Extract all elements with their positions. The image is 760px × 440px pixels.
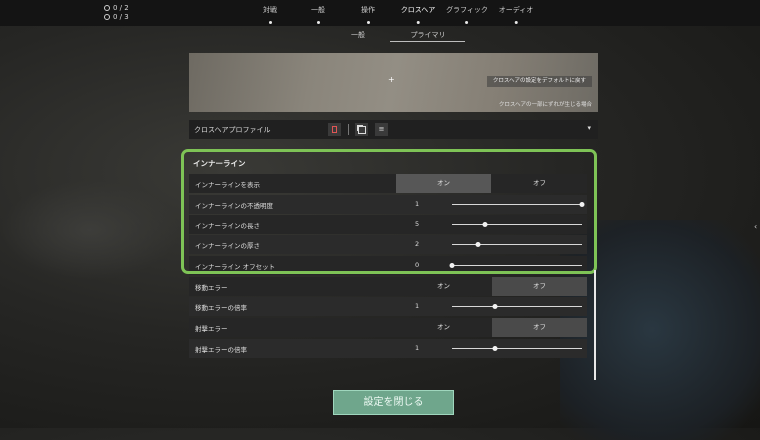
slider-value: 1 <box>415 302 420 310</box>
subtab-active-underline <box>390 41 465 42</box>
divider <box>348 124 349 135</box>
copy-icon <box>357 126 366 134</box>
copy-profile-button[interactable] <box>355 123 368 136</box>
crosshair-profile-row: クロスヘアプロファイル ≡ ▾ <box>189 120 598 139</box>
tab-match[interactable]: 対戦 <box>263 5 277 24</box>
setting-row-firing-error: 射撃エラー オン オフ <box>189 318 587 337</box>
setting-label: 移動エラーの倍率 <box>195 304 247 312</box>
settings-tabs: 対戦 一般 操作 クロスヘア グラフィック オーディオ <box>0 5 760 25</box>
chevron-down-icon: ▾ <box>587 124 591 132</box>
subtab-general[interactable]: 一般 <box>351 30 365 40</box>
top-bar: 0 / 2 0 / 3 対戦 一般 操作 クロスヘア グラフィック オーディオ <box>0 0 760 26</box>
import-profile-button[interactable]: ≡ <box>375 123 388 136</box>
tab-general[interactable]: 一般 <box>311 5 325 24</box>
setting-row-firing-error-multiplier: 射撃エラーの倍率 1 <box>189 339 587 358</box>
movement-error-off-button[interactable]: オフ <box>492 277 587 296</box>
firing-multiplier-slider-thumb[interactable] <box>492 346 498 351</box>
highlight-frame <box>181 149 597 274</box>
movement-error-on-button[interactable]: オン <box>396 277 491 296</box>
setting-row-movement-error-multiplier: 移動エラーの倍率 1 <box>189 297 587 316</box>
firing-multiplier-slider-track[interactable] <box>452 348 582 349</box>
background-blur <box>0 180 180 280</box>
import-icon: ≡ <box>378 125 385 133</box>
firing-error-on-button[interactable]: オン <box>396 318 491 337</box>
close-settings-button[interactable]: 設定を閉じる <box>333 390 454 415</box>
crosshair-icon: + <box>388 75 395 84</box>
tab-audio[interactable]: オーディオ <box>499 5 533 24</box>
delete-profile-button[interactable] <box>328 123 341 136</box>
setting-label: 移動エラー <box>195 284 228 292</box>
movement-multiplier-slider-track[interactable] <box>452 306 582 307</box>
slider-value: 1 <box>415 344 420 352</box>
movement-multiplier-slider-thumb[interactable] <box>492 304 498 309</box>
setting-label: 射撃エラー <box>195 325 228 333</box>
preview-note: クロスヘアの一部にずれが生じる場合 <box>498 102 592 108</box>
setting-label: 射撃エラーの倍率 <box>195 346 247 354</box>
trash-icon <box>332 126 337 133</box>
tab-graphics[interactable]: グラフィック <box>446 5 488 24</box>
settings-scrollbar[interactable] <box>594 270 596 380</box>
profile-label: クロスヘアプロファイル <box>194 126 271 134</box>
chevron-right-icon[interactable]: ‹ <box>754 222 757 231</box>
profile-select[interactable]: ▾ <box>401 123 593 136</box>
setting-row-movement-error: 移動エラー オン オフ <box>189 277 587 296</box>
crosshair-preview: + クロスヘアの設定をデフォルトに戻す クロスヘアの一部にずれが生じる場合 <box>189 53 598 112</box>
firing-error-off-button[interactable]: オフ <box>492 318 587 337</box>
tab-controls[interactable]: 操作 <box>361 5 375 24</box>
reset-crosshair-button[interactable]: クロスヘアの設定をデフォルトに戻す <box>486 76 592 87</box>
subtab-primary[interactable]: プライマリ <box>411 30 446 40</box>
tab-crosshair[interactable]: クロスヘア <box>401 5 435 24</box>
